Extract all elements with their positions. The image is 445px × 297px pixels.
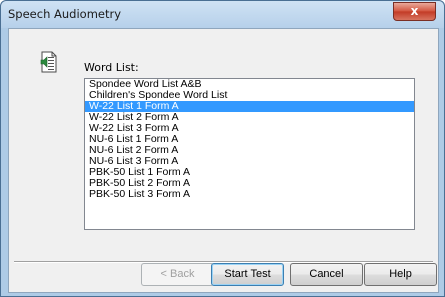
- window-title: Speech Audiometry: [8, 7, 122, 21]
- dialog-content: Word List: Spondee Word List A&B Children…: [8, 28, 439, 293]
- audio-document-icon: [40, 51, 57, 73]
- word-list-label: Word List:: [84, 61, 139, 74]
- word-list-item[interactable]: PBK-50 List 3 Form A: [85, 189, 414, 200]
- start-test-button[interactable]: Start Test: [211, 263, 284, 286]
- title-bar: Speech Audiometry x: [1, 1, 444, 28]
- help-button[interactable]: Help: [364, 263, 437, 286]
- cancel-button[interactable]: Cancel: [290, 263, 363, 286]
- close-icon: x: [410, 4, 419, 18]
- back-button[interactable]: < Back: [141, 263, 214, 286]
- dialog-window: Speech Audiometry x Word List: Spondee W…: [0, 0, 445, 297]
- word-list-box[interactable]: Spondee Word List A&B Children's Spondee …: [84, 78, 415, 230]
- close-button[interactable]: x: [393, 2, 436, 21]
